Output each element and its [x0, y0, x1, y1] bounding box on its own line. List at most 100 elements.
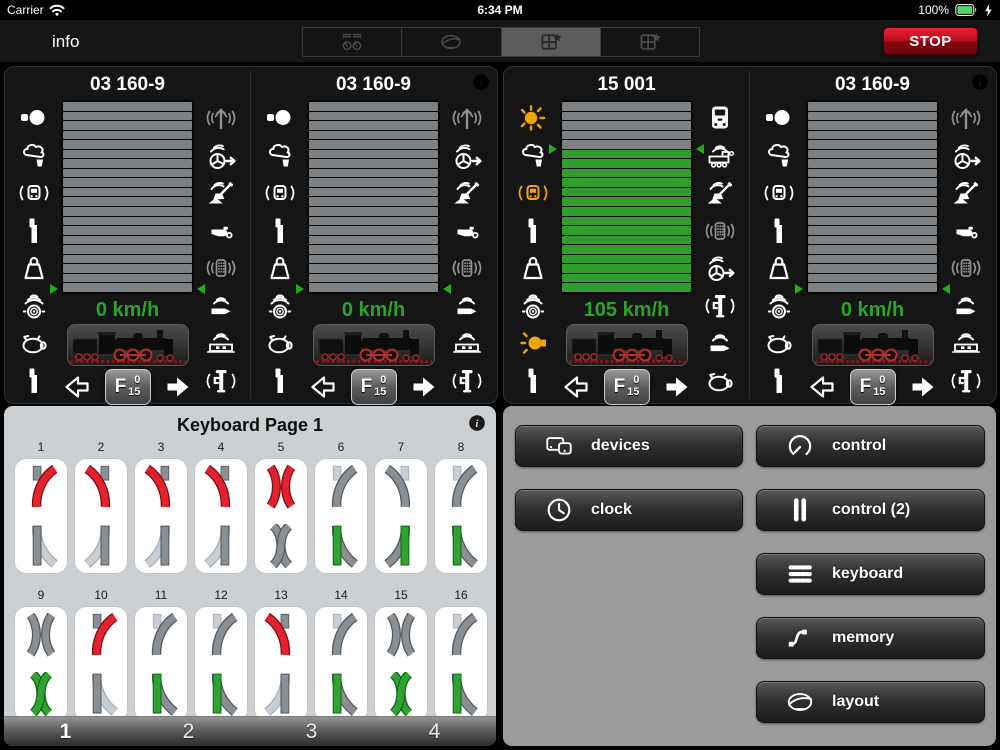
direction-forward-button[interactable] — [408, 371, 440, 403]
menu-button-control[interactable]: control — [756, 425, 985, 467]
function-button-fan-sound[interactable] — [200, 139, 242, 173]
turnout-branch-button[interactable] — [435, 464, 487, 509]
turnout-branch-button[interactable] — [375, 464, 427, 509]
menu-button-devices[interactable]: devices — [515, 425, 743, 467]
function-button-water-crane[interactable] — [446, 364, 488, 398]
turnout-straight-button[interactable] — [315, 671, 367, 716]
turnout-straight-button[interactable] — [195, 671, 247, 716]
direction-reverse-button[interactable] — [61, 371, 93, 403]
function-button-coupler-lever[interactable] — [512, 214, 554, 248]
turnout-branch-button[interactable] — [195, 464, 247, 509]
menu-button-layout[interactable]: layout — [756, 681, 985, 723]
function-button-air-vent-sound[interactable] — [446, 289, 488, 323]
loco-image-button[interactable] — [313, 324, 435, 366]
turnout-straight-button[interactable] — [195, 523, 247, 568]
function-button-coupler-lever[interactable] — [13, 214, 55, 248]
menu-button-control-2-[interactable]: control (2) — [756, 489, 985, 531]
function-button-headlight[interactable] — [259, 101, 301, 135]
keyboard-info-button[interactable]: i — [467, 413, 487, 433]
direction-reverse-button[interactable] — [560, 371, 592, 403]
turnout-straight-button[interactable] — [375, 523, 427, 568]
turnout-straight-button[interactable] — [255, 523, 307, 568]
keyboard-page-tab-1[interactable]: 1 — [4, 717, 127, 746]
function-button-wagon-sound[interactable] — [446, 326, 488, 360]
function-button-speaker-sound[interactable] — [512, 289, 554, 323]
function-button-wagon-sound[interactable] — [945, 326, 987, 360]
function-button-weight[interactable] — [512, 251, 554, 285]
function-bank-button[interactable]: F015 — [850, 369, 896, 405]
function-button-weight[interactable] — [758, 251, 800, 285]
function-button-coupler-lever[interactable] — [512, 364, 554, 398]
function-button-smoke-generator[interactable] — [758, 139, 800, 173]
speed-slider[interactable] — [560, 100, 693, 294]
segment-track-layout-1[interactable] — [402, 28, 501, 56]
speed-slider[interactable] — [806, 100, 939, 294]
function-button-headlight[interactable] — [13, 101, 55, 135]
function-button-pantograph-sound[interactable] — [446, 101, 488, 135]
function-button-water-crane[interactable] — [699, 289, 741, 323]
turnout-straight-button[interactable] — [315, 523, 367, 568]
keyboard-page-tab-3[interactable]: 3 — [250, 717, 373, 746]
turnout-branch-button[interactable] — [195, 612, 247, 657]
function-button-fan-sound[interactable] — [699, 251, 741, 285]
loco-image-button[interactable] — [812, 324, 934, 366]
menu-button-memory[interactable]: memory — [756, 617, 985, 659]
turnout-branch-button[interactable] — [435, 612, 487, 657]
direction-reverse-button[interactable] — [806, 371, 838, 403]
turnout-branch-button[interactable] — [15, 612, 67, 657]
turnout-branch-button[interactable] — [15, 464, 67, 509]
turnout-straight-button[interactable] — [135, 671, 187, 716]
function-button-air-vent-sound[interactable] — [699, 326, 741, 360]
turnout-straight-button[interactable] — [435, 671, 487, 716]
turnout-straight-button[interactable] — [15, 671, 67, 716]
function-button-coupler-lever[interactable] — [13, 364, 55, 398]
speed-slider[interactable] — [61, 100, 194, 294]
turnout-straight-button[interactable] — [255, 671, 307, 716]
function-button-coal-shovel-sound[interactable] — [945, 176, 987, 210]
turnout-straight-button[interactable] — [135, 523, 187, 568]
direction-forward-button[interactable] — [661, 371, 693, 403]
function-button-fan-sound[interactable] — [945, 139, 987, 173]
function-button-headlight[interactable] — [758, 101, 800, 135]
loco-image-button[interactable] — [566, 324, 688, 366]
function-button-train-sound[interactable] — [512, 176, 554, 210]
function-button-coupler-lever[interactable] — [259, 364, 301, 398]
function-button-pantograph-sound[interactable] — [945, 101, 987, 135]
function-button-train-sound[interactable] — [13, 176, 55, 210]
function-button-speaker-sound[interactable] — [259, 289, 301, 323]
function-button-pig-whistle[interactable] — [13, 326, 55, 360]
function-button-smoke-generator[interactable] — [259, 139, 301, 173]
function-button-bulb-rays[interactable] — [512, 101, 554, 135]
turnout-branch-button[interactable] — [75, 464, 127, 509]
turnout-branch-button[interactable] — [255, 612, 307, 657]
menu-button-clock[interactable]: clock — [515, 489, 743, 531]
turnout-branch-button[interactable] — [135, 464, 187, 509]
function-button-water-crane[interactable] — [200, 364, 242, 398]
info-button[interactable]: info — [46, 31, 85, 53]
turnout-straight-button[interactable] — [375, 671, 427, 716]
function-button-pig-whistle[interactable] — [259, 326, 301, 360]
direction-forward-button[interactable] — [162, 371, 194, 403]
turnout-branch-button[interactable] — [255, 464, 307, 509]
segment-grid-star-2[interactable] — [502, 28, 601, 56]
function-button-water-crane[interactable] — [945, 364, 987, 398]
function-button-train-sound[interactable] — [758, 176, 800, 210]
turnout-branch-button[interactable] — [315, 612, 367, 657]
turnout-branch-button[interactable] — [315, 464, 367, 509]
function-button-smoke-generator[interactable] — [512, 139, 554, 173]
speed-slider[interactable] — [307, 100, 440, 294]
function-button-loco-sound[interactable] — [699, 139, 741, 173]
function-bank-button[interactable]: F015 — [604, 369, 650, 405]
function-button-pantograph-sound[interactable] — [200, 101, 242, 135]
function-button-train-sound[interactable] — [259, 176, 301, 210]
function-button-speaker-sound[interactable] — [13, 289, 55, 323]
function-button-coal-shovel-sound[interactable] — [200, 176, 242, 210]
function-button-telex-keypad[interactable] — [446, 251, 488, 285]
direction-reverse-button[interactable] — [307, 371, 339, 403]
turnout-straight-button[interactable] — [75, 523, 127, 568]
turnout-straight-button[interactable] — [15, 523, 67, 568]
turnout-branch-button[interactable] — [375, 612, 427, 657]
menu-button-keyboard[interactable]: keyboard — [756, 553, 985, 595]
turnout-branch-button[interactable] — [135, 612, 187, 657]
function-button-coal-shovel-sound[interactable] — [446, 176, 488, 210]
